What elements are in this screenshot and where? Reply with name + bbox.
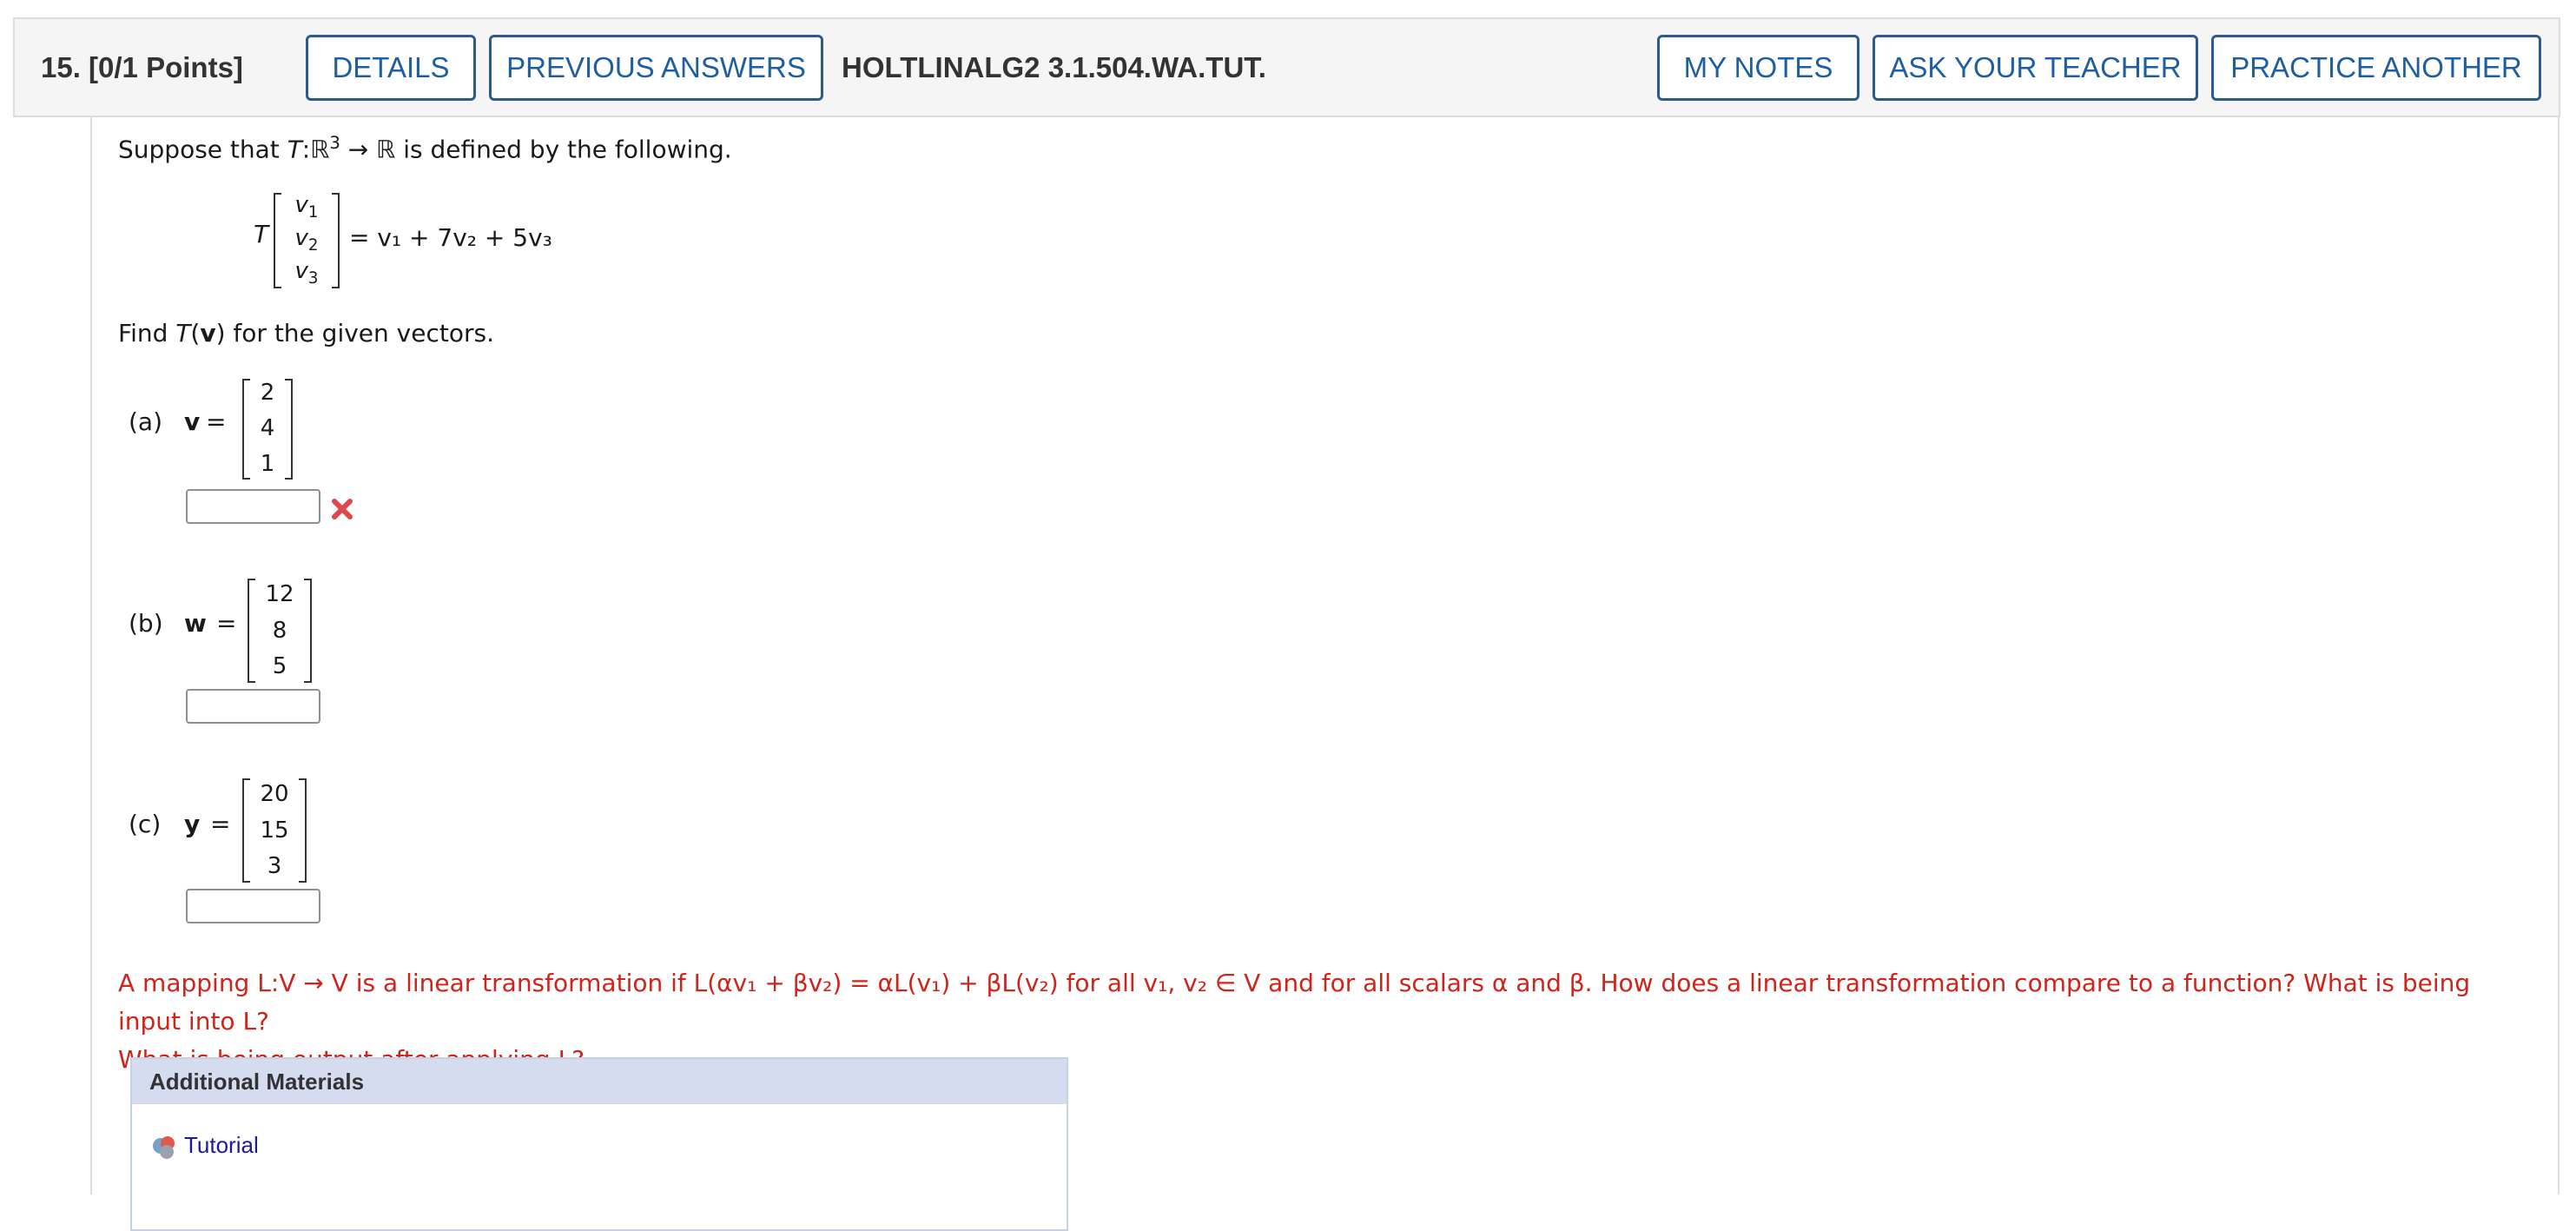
part-label: (c) bbox=[129, 810, 162, 838]
additional-materials-title: Additional Materials bbox=[132, 1059, 1067, 1104]
question-header: 15. [0/1 Points] DETAILS PREVIOUS ANSWER… bbox=[13, 17, 2560, 117]
ask-your-teacher-button[interactable]: ASK YOUR TEACHER bbox=[1873, 35, 2198, 101]
previous-answers-button[interactable]: PREVIOUS ANSWERS bbox=[489, 35, 823, 101]
question-code: HOLTLINALG2 3.1.504.WA.TUT. bbox=[842, 51, 1266, 83]
vector-entry: 3 bbox=[267, 853, 282, 879]
points: [0/1 Points] bbox=[89, 51, 243, 83]
vector-entry: 20 bbox=[260, 781, 289, 807]
x-mark-icon bbox=[332, 499, 353, 520]
part-a-vector: 2 4 1 bbox=[238, 376, 297, 482]
vector-entry: 12 bbox=[265, 581, 294, 607]
vector-entry: 4 bbox=[260, 415, 275, 441]
tutorial-icon bbox=[153, 1136, 175, 1159]
equals-sign: = bbox=[210, 810, 231, 838]
practice-another-button[interactable]: PRACTICE ANOTHER bbox=[2211, 35, 2541, 101]
part-variable: y bbox=[184, 810, 201, 838]
part-b-vector: 12 8 5 bbox=[243, 576, 316, 685]
vector-entry: 1 bbox=[260, 451, 275, 477]
part-label: (a) bbox=[129, 407, 163, 436]
hint-line-1: A mapping L:V → V is a linear transforma… bbox=[118, 969, 2471, 1036]
equals-sign: = bbox=[216, 609, 237, 638]
find-instruction: Find T(v) for the given vectors. bbox=[118, 319, 494, 347]
part-label: (b) bbox=[129, 609, 163, 638]
part-c-vector: 20 15 3 bbox=[238, 776, 311, 885]
definition-entry-2: v2 bbox=[294, 225, 319, 255]
definition-function: T bbox=[254, 220, 269, 248]
definition-matrix: v1 v2 v3 bbox=[269, 190, 344, 291]
definition-entry-1: v1 bbox=[294, 192, 319, 222]
question-number: 15. [0/1 Points] bbox=[41, 51, 243, 83]
my-notes-button[interactable]: MY NOTES bbox=[1657, 35, 1859, 101]
details-button[interactable]: DETAILS bbox=[306, 35, 476, 101]
answer-input-b[interactable] bbox=[186, 689, 320, 724]
part-variable: v bbox=[184, 407, 201, 436]
definition-rhs: = v₁ + 7v₂ + 5v₃ bbox=[349, 223, 552, 252]
vector-entry: 5 bbox=[272, 653, 287, 679]
part-variable: w bbox=[184, 609, 207, 638]
answer-input-a[interactable] bbox=[186, 489, 320, 524]
tutorial-link[interactable]: Tutorial bbox=[184, 1132, 259, 1159]
answer-input-c[interactable] bbox=[186, 889, 320, 923]
vector-entry: 2 bbox=[260, 380, 275, 406]
problem-intro: Suppose that T:ℝ3 → ℝ is defined by the … bbox=[118, 133, 732, 164]
definition-entry-3: v3 bbox=[294, 258, 319, 288]
additional-materials-panel: Additional Materials Tutorial bbox=[130, 1057, 1068, 1231]
equals-sign: = bbox=[206, 407, 227, 436]
vector-entry: 8 bbox=[272, 618, 287, 644]
vector-entry: 15 bbox=[260, 817, 289, 844]
question-content: Suppose that T:ℝ3 → ℝ is defined by the … bbox=[90, 117, 2559, 1231]
